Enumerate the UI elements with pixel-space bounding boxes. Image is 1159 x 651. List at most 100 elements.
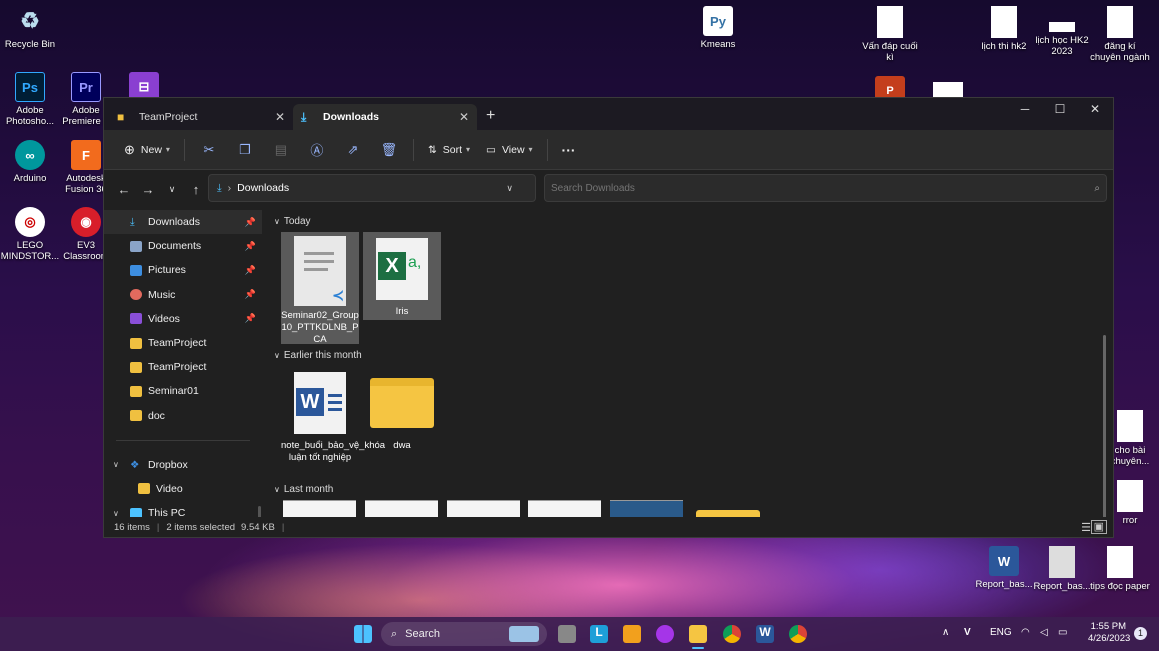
- content-scrollbar[interactable]: [1103, 335, 1106, 518]
- desktop-icon-arduino[interactable]: ∞ Arduino: [0, 140, 60, 184]
- sort-button[interactable]: ⇅ Sort ▾: [420, 136, 478, 164]
- vscode-file-icon: ≺: [294, 236, 346, 306]
- search-input[interactable]: [551, 182, 1095, 194]
- minimize-button[interactable]: ─: [1008, 102, 1042, 116]
- sidebar-item-dropbox[interactable]: ∨ ❖ Dropbox: [104, 453, 262, 477]
- group-header-last-month[interactable]: ∨ Last month: [274, 484, 333, 495]
- share-icon[interactable]: ⇗: [339, 142, 367, 158]
- desktop-icon-recycle-bin[interactable]: ♻ Recycle Bin: [0, 6, 60, 50]
- clock[interactable]: 1:55 PM 4/26/2023: [1088, 621, 1130, 645]
- battery-icon[interactable]: ▭: [1058, 627, 1067, 638]
- group-header-today[interactable]: ∨ Today: [274, 216, 311, 227]
- notification-badge[interactable]: 1: [1134, 627, 1147, 640]
- language-indicator[interactable]: ENG: [990, 627, 1012, 638]
- view-button[interactable]: ▭ View ▾: [478, 136, 541, 164]
- sidebar-item-downloads[interactable]: ⤓ Downloads 📌: [104, 210, 262, 235]
- breadcrumb-downloads[interactable]: Downloads: [237, 182, 289, 194]
- status-divider: |: [281, 521, 285, 533]
- sidebar-item-thispc[interactable]: ∨ This PC: [104, 501, 262, 518]
- chrome-icon[interactable]: [723, 625, 741, 643]
- copy-icon[interactable]: ❐: [231, 142, 259, 158]
- file-name: Seminar02_Group10_PTTKDLNB_PCA: [281, 310, 359, 345]
- desktop-icon-vandap[interactable]: Vấn đáp cuối kì: [858, 6, 922, 63]
- chevron-down-icon: ▾: [466, 145, 471, 154]
- document-icon: [877, 6, 903, 38]
- close-window-button[interactable]: ✕: [1078, 102, 1112, 116]
- chrome-profile-icon[interactable]: [789, 625, 807, 643]
- desktop-icon-photoshop[interactable]: Ps Adobe Photosho...: [0, 72, 60, 127]
- back-arrow-icon[interactable]: ←: [112, 182, 136, 197]
- volume-icon[interactable]: ◁: [1040, 627, 1048, 638]
- file-thumbnail[interactable]: [283, 500, 356, 518]
- address-bar[interactable]: ⤓ › Downloads ∨ ↻: [208, 174, 555, 202]
- vivaldi-tray-icon[interactable]: V: [964, 627, 971, 638]
- search-box[interactable]: ⌕: [544, 174, 1107, 202]
- taskbar-search-box[interactable]: ⌕ Search: [381, 622, 547, 646]
- close-tab-icon[interactable]: ✕: [275, 110, 285, 124]
- start-windows-icon[interactable]: [354, 625, 372, 643]
- file-explorer-taskbar-icon[interactable]: [689, 625, 707, 643]
- delete-icon[interactable]: 🗑: [375, 142, 403, 158]
- messenger-icon[interactable]: [656, 625, 674, 643]
- sidebar-item-doc[interactable]: doc: [104, 404, 262, 428]
- word-taskbar-icon[interactable]: W: [756, 625, 774, 643]
- sidebar-item-music[interactable]: Music 📌: [104, 283, 262, 307]
- desktop-icon-report1[interactable]: W Report_bas...: [974, 546, 1034, 590]
- sidebar-item-videos[interactable]: Videos 📌: [104, 307, 262, 331]
- more-options-button[interactable]: ···: [554, 136, 584, 164]
- folder-item-dwa[interactable]: dwa: [363, 366, 441, 452]
- file-item-seminar[interactable]: ≺ Seminar02_Group10_PTTKDLNB_PCA: [281, 232, 359, 345]
- file-thumbnail[interactable]: [610, 500, 683, 518]
- new-tab-button[interactable]: +: [486, 107, 495, 125]
- toolbar-divider: [183, 138, 185, 161]
- group-header-earlier[interactable]: ∨ Earlier this month: [274, 350, 362, 361]
- show-hidden-icons-icon[interactable]: ∧: [942, 627, 949, 638]
- desktop-icon-lichhoc[interactable]: lịch học HK2 2023: [1032, 6, 1092, 57]
- paste-icon[interactable]: ▤: [267, 142, 295, 158]
- app-orange-icon[interactable]: [623, 625, 641, 643]
- cut-icon[interactable]: ✂: [195, 142, 223, 158]
- fusion-icon: F: [71, 140, 101, 170]
- tiles-view-icon[interactable]: ▣: [1090, 520, 1107, 534]
- download-icon: ⤓: [217, 181, 222, 194]
- file-thumbnail[interactable]: [447, 500, 520, 518]
- forward-arrow-icon[interactable]: →: [136, 182, 160, 197]
- tab-teamproject[interactable]: ■ TeamProject ✕: [109, 104, 293, 130]
- maximize-button[interactable]: ☐: [1043, 102, 1077, 116]
- new-button[interactable]: ⊕ New ▾: [116, 136, 178, 164]
- file-thumbnail[interactable]: [365, 500, 438, 518]
- file-item-iris[interactable]: X a, Iris: [363, 232, 441, 320]
- sidebar-item-teamproject-2[interactable]: TeamProject: [104, 355, 262, 379]
- desktop-icon-tips[interactable]: tips đọc paper: [1090, 546, 1150, 592]
- tab-downloads[interactable]: ⤓ Downloads ✕: [293, 104, 477, 130]
- desktop-icon-label: Adobe Photosho...: [5, 105, 55, 127]
- chevron-down-icon: ▾: [165, 145, 170, 154]
- desktop-icon-label: Kmeans: [700, 39, 736, 50]
- address-dropdown-icon[interactable]: ∨: [506, 183, 513, 194]
- wifi-icon[interactable]: ◠: [1021, 627, 1030, 638]
- sidebar-divider: [116, 439, 250, 441]
- sidebar-item-documents[interactable]: Documents 📌: [104, 234, 262, 258]
- up-arrow-icon[interactable]: ↑: [184, 182, 208, 197]
- app-l-icon[interactable]: L: [590, 625, 608, 643]
- task-view-icon[interactable]: [558, 625, 576, 643]
- sidebar-item-teamproject[interactable]: TeamProject: [104, 331, 262, 355]
- videos-icon: [130, 313, 142, 325]
- desktop-icon-lego[interactable]: ◎ LEGO MINDSTOR...: [0, 207, 60, 262]
- desktop-icon-dangki[interactable]: đăng kí chuyên ngành: [1090, 6, 1150, 63]
- details-view-icon[interactable]: ☰: [1081, 521, 1091, 534]
- desktop-icon-report2[interactable]: Report_bas...: [1032, 546, 1092, 592]
- desktop-icon-lichthi[interactable]: lịch thi hk2: [974, 6, 1034, 52]
- collapse-chevron-icon: ∨: [274, 217, 280, 226]
- file-item-note[interactable]: W note_buổi_bảo_vệ_khóa luận tốt nghiệp: [281, 366, 385, 464]
- sidebar-item-video[interactable]: Video: [104, 477, 262, 501]
- recent-chevron-icon[interactable]: ∨: [160, 184, 184, 195]
- rename-icon[interactable]: Ⓐ: [303, 140, 331, 159]
- sidebar-item-pictures[interactable]: Pictures 📌: [104, 258, 262, 282]
- item-count: 16 items: [114, 521, 150, 533]
- file-thumbnail[interactable]: [528, 500, 601, 518]
- close-tab-icon[interactable]: ✕: [459, 110, 469, 124]
- expand-chevron-icon[interactable]: ∨: [113, 460, 119, 469]
- desktop-icon-kmeans[interactable]: Py Kmeans: [688, 6, 748, 50]
- sidebar-item-seminar01[interactable]: Seminar01: [104, 379, 262, 403]
